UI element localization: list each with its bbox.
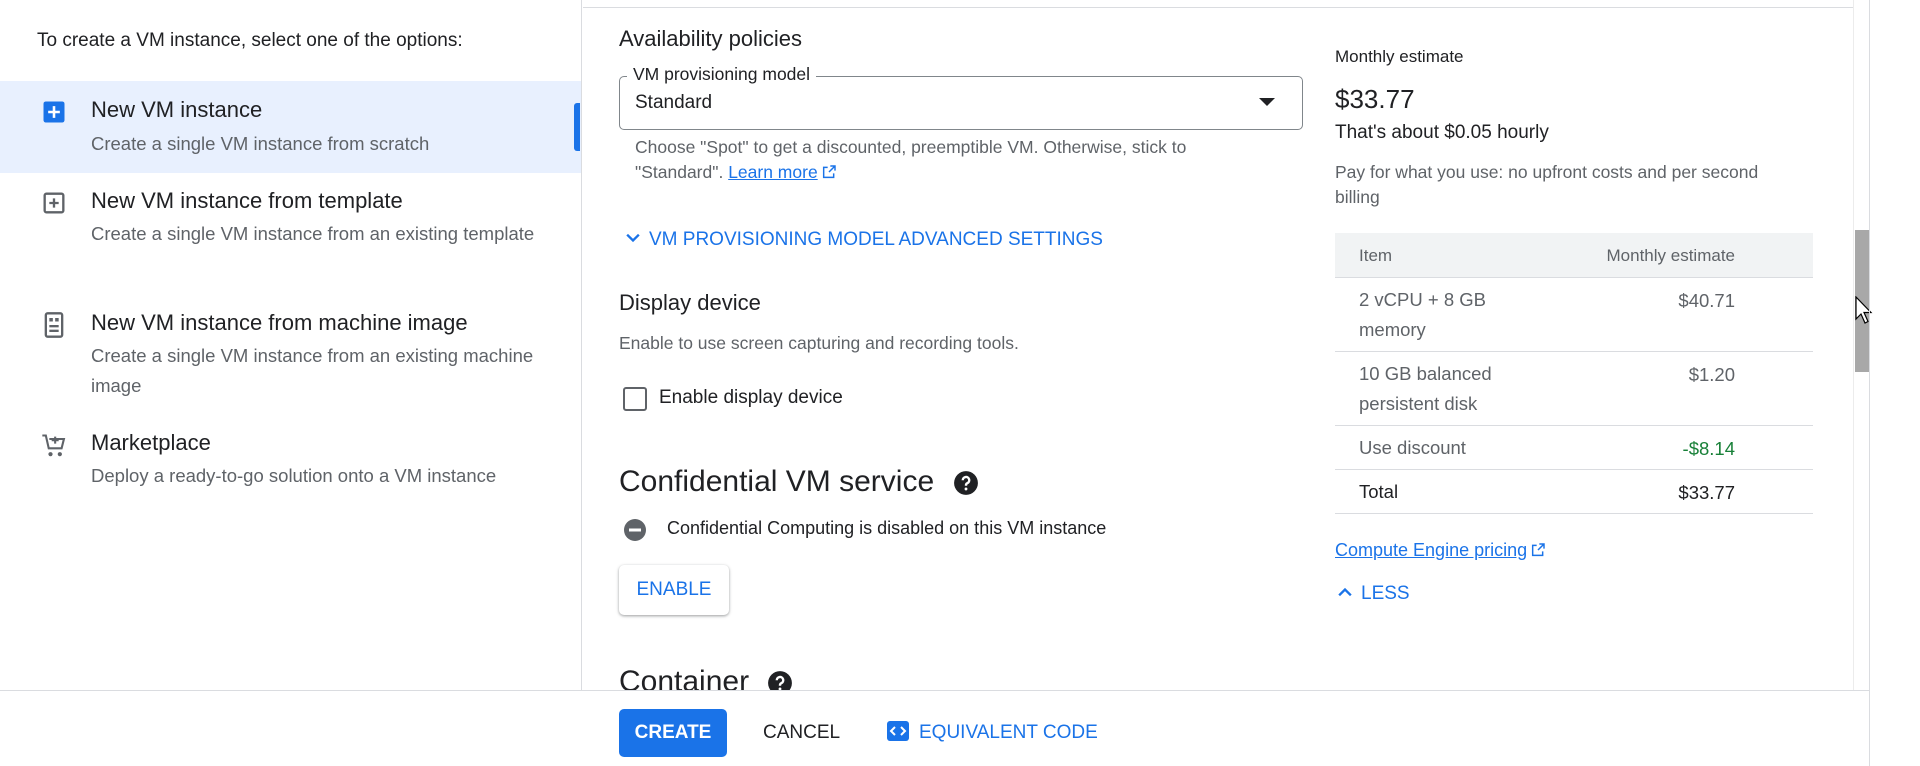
chevron-down-icon (626, 233, 640, 243)
option-title: Marketplace (91, 430, 211, 455)
column-header-monthly-estimate: Monthly estimate (1606, 246, 1736, 265)
enable-display-device-label[interactable]: Enable display device (659, 387, 843, 409)
vm-provisioning-model-value: Standard (635, 92, 713, 113)
code-icon (887, 721, 909, 741)
display-device-description: Enable to use screen capturing and recor… (619, 333, 1019, 353)
option-description: Deploy a ready-to-go solution onto a VM … (91, 465, 497, 486)
creation-options-panel: To create a VM instance, select one of t… (0, 0, 582, 690)
billing-note: Pay for what you use: no upfront costs a… (1335, 162, 1759, 207)
table-row: 2 vCPU + 8 GB memory $40.71 (1335, 278, 1813, 352)
provisioning-help-text: Choose "Spot" to get a discounted, preem… (635, 135, 1255, 185)
estimate-table-header: Item Monthly estimate (1335, 233, 1813, 278)
confidential-status-text: Confidential Computing is disabled on th… (667, 518, 1107, 538)
table-row: Use discount -$8.14 (1335, 426, 1813, 470)
option-description: Create a single VM instance from scratch (91, 133, 430, 154)
row-item: 10 GB balanced persistent disk (1359, 363, 1492, 414)
option-new-vm-from-template[interactable]: New VM instance from template Create a s… (0, 173, 581, 283)
disabled-status-icon (624, 519, 646, 541)
add-box-outline-icon (43, 192, 65, 214)
enable-confidential-button[interactable]: ENABLE (619, 565, 729, 615)
row-item: 2 vCPU + 8 GB memory (1359, 289, 1486, 340)
cart-icon (42, 434, 66, 457)
mouse-cursor-icon (1855, 296, 1873, 324)
option-marketplace[interactable]: Marketplace Deploy a ready-to-go solutio… (0, 418, 581, 504)
row-cost: $1.20 (1688, 364, 1735, 385)
external-link-icon[interactable] (1530, 542, 1546, 558)
row-item: Use discount (1359, 437, 1466, 458)
option-title: New VM instance (91, 97, 263, 122)
row-item: Total (1359, 481, 1399, 502)
options-intro: To create a VM instance, select one of t… (37, 30, 463, 51)
help-icon[interactable] (767, 670, 793, 690)
row-cost: -$8.14 (1682, 438, 1735, 459)
monthly-estimate-amount: $33.77 (1335, 84, 1415, 114)
machine-image-icon (44, 312, 64, 338)
option-title: New VM instance from machine image (91, 310, 468, 335)
provisioning-help-copy: Choose "Spot" to get a discounted, preem… (635, 137, 1187, 182)
provisioning-advanced-settings-toggle[interactable]: VM PROVISIONING MODEL ADVANCED SETTINGS (623, 228, 1103, 251)
cancel-button[interactable]: CANCEL (763, 709, 840, 757)
option-description: Create a single VM instance from an exis… (91, 223, 535, 244)
compute-engine-pricing[interactable]: Compute Engine pricing (1335, 540, 1546, 561)
estimate-table: Item Monthly estimate 2 vCPU + 8 GB memo… (1335, 233, 1813, 514)
action-bar: CREATE CANCEL EQUIVALENT CODE (0, 690, 1869, 766)
less-label: LESS (1361, 583, 1410, 604)
container-title: Container (619, 665, 750, 690)
equivalent-code-button[interactable]: EQUIVALENT CODE (887, 709, 1098, 757)
dropdown-arrow-icon[interactable] (1259, 98, 1275, 106)
chevron-up-icon (1338, 587, 1352, 597)
row-cost: $40.71 (1678, 290, 1735, 311)
monthly-estimate-heading: Monthly estimate (1335, 47, 1464, 66)
page-right-border (1869, 0, 1870, 766)
availability-policies-title: Availability policies (619, 26, 803, 51)
help-icon[interactable] (953, 470, 979, 496)
table-row: 10 GB balanced persistent disk $1.20 (1335, 352, 1813, 426)
row-cost: $33.77 (1678, 482, 1735, 503)
create-vm-page: To create a VM instance, select one of t… (0, 0, 1873, 766)
column-header-item: Item (1359, 246, 1393, 265)
learn-more-link[interactable]: Learn more (728, 162, 818, 182)
display-device-title: Display device (619, 290, 761, 315)
enable-display-device-checkbox[interactable] (623, 387, 647, 411)
vm-provisioning-model-label: VM provisioning model (627, 64, 817, 85)
add-box-icon (43, 101, 65, 123)
option-description: Create a single VM instance from an exis… (91, 345, 534, 396)
selected-indicator (574, 103, 580, 151)
create-button[interactable]: CREATE (619, 709, 727, 757)
compute-engine-pricing-link[interactable]: Compute Engine pricing (1335, 540, 1527, 560)
option-title: New VM instance from template (91, 188, 403, 213)
vm-config-form: Availability policies VM provisioning mo… (583, 0, 1853, 690)
equivalent-code-label: EQUIVALENT CODE (919, 722, 1098, 743)
hourly-estimate: That's about $0.05 hourly (1335, 122, 1549, 143)
table-row-total: Total $33.77 (1335, 470, 1813, 514)
option-new-vm-instance[interactable]: New VM instance Create a single VM insta… (0, 81, 581, 173)
advanced-settings-label: VM PROVISIONING MODEL ADVANCED SETTINGS (649, 229, 1103, 250)
option-new-vm-from-machine-image[interactable]: New VM instance from machine image Creat… (0, 295, 581, 405)
less-toggle[interactable]: LESS (1335, 582, 1410, 605)
external-link-icon[interactable] (821, 164, 837, 180)
confidential-vm-title: Confidential VM service (619, 465, 935, 498)
